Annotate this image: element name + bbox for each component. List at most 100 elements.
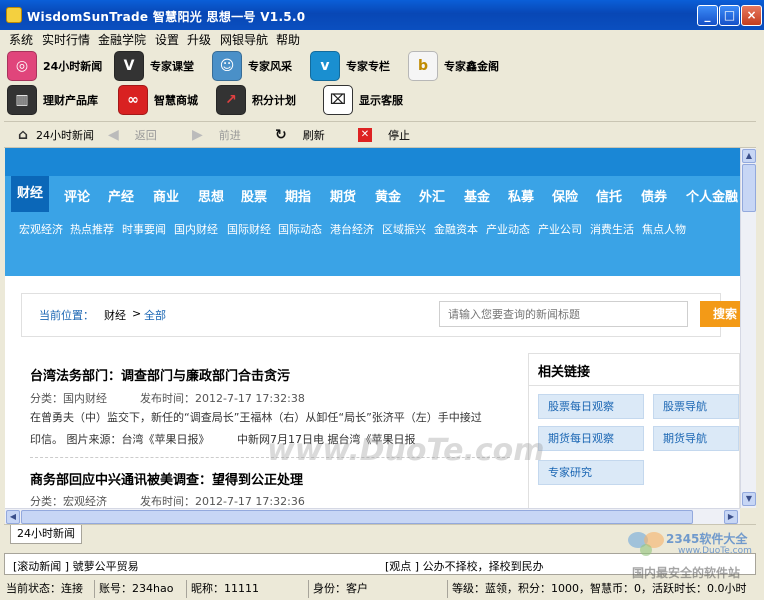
site-logo-watermark: 2345软件大全 www.DuoTe.com 国内最安全的软件站: [626, 526, 761, 582]
tab-24h-news[interactable]: 24小时新闻: [10, 525, 82, 544]
toolbar-label: 专家鑫金阁: [444, 60, 499, 73]
ticker-rolling-news[interactable]: [滚动新闻 ] 號萝公平贸易: [13, 558, 139, 574]
news-title[interactable]: 商务部回应中兴通讯被美调查：望得到公正处理: [30, 469, 303, 488]
forward-arrow-icon: ▶: [192, 127, 203, 143]
category-gold[interactable]: 黄金: [375, 186, 401, 205]
back-label: 返回: [134, 129, 157, 142]
search-button[interactable]: 搜索: [700, 301, 740, 327]
home-label: 24小时新闻: [36, 129, 95, 142]
category-trust[interactable]: 信托: [596, 186, 622, 205]
related-link[interactable]: 期货导航: [653, 426, 739, 451]
subcategory-link[interactable]: 宏观经济: [19, 221, 63, 237]
toolbar-label: 积分计划: [252, 94, 296, 107]
people-icon: ☺: [212, 51, 242, 81]
subcategory-link[interactable]: 焦点人物: [642, 221, 686, 237]
category-insurance[interactable]: 保险: [552, 186, 578, 205]
scroll-right-icon[interactable]: ▶: [724, 510, 738, 524]
status-identity: 身份：客户: [308, 580, 368, 598]
scroll-left-icon[interactable]: ◀: [6, 510, 20, 524]
category-commentary[interactable]: 评论: [64, 186, 90, 205]
subcategory-link[interactable]: 港台经济: [330, 221, 374, 237]
toolbar-product-library[interactable]: ▥ 理财产品库: [7, 84, 98, 116]
menu-settings[interactable]: 设置: [155, 31, 179, 48]
menu-realtime-quotes[interactable]: 实时行情: [42, 31, 90, 48]
toolbar-label: 理财产品库: [43, 94, 98, 107]
toolbar-points-plan[interactable]: ↗ 积分计划: [216, 84, 296, 116]
toolbar-expert-showcase[interactable]: ☺ 专家风采: [212, 50, 292, 82]
menu-system[interactable]: 系统: [9, 31, 33, 48]
related-link[interactable]: 股票每日观察: [538, 394, 644, 419]
breadcrumb-section[interactable]: 财经: [104, 307, 126, 323]
status-connection: 当前状态：连接: [6, 582, 83, 595]
breadcrumb-current[interactable]: 全部: [144, 307, 166, 323]
news-meta: 分类：国内财经 发布时间：2012-7-17 17:32:38: [30, 392, 305, 405]
close-button[interactable]: ×: [741, 5, 762, 26]
toolbar-24h-news[interactable]: ◎ 24小时新闻: [7, 50, 102, 82]
category-futures[interactable]: 期货: [330, 186, 356, 205]
category-funds[interactable]: 基金: [464, 186, 490, 205]
subcategory-link[interactable]: 国际财经: [227, 221, 271, 237]
stop-button[interactable]: ✕ 停止: [358, 127, 410, 143]
news-title[interactable]: 台湾法务部门：调查部门与廉政部门合击贪污: [30, 365, 290, 384]
category-nav: 财经 评论 产经 商业 思想 股票 期指 期货 黄金 外汇 基金 私募 保险 信…: [5, 176, 740, 212]
menu-help[interactable]: 帮助: [276, 31, 300, 48]
subcategory-link[interactable]: 国际动态: [278, 221, 322, 237]
horizontal-scroll-thumb[interactable]: [21, 510, 693, 524]
related-link[interactable]: 期货每日观察: [538, 426, 644, 451]
subcategory-link[interactable]: 金融资本: [434, 221, 478, 237]
news-search-input[interactable]: [439, 301, 688, 327]
category-thought[interactable]: 思想: [198, 186, 224, 205]
subcategory-link[interactable]: 区域振兴: [382, 221, 426, 237]
category-personal-finance[interactable]: 个人金融: [686, 186, 738, 205]
minimize-button[interactable]: _: [697, 5, 718, 26]
window-cursor-icon: ⌧: [323, 85, 353, 115]
menu-bank-nav[interactable]: 网银导航: [220, 31, 268, 48]
site-top-strip: [5, 148, 740, 176]
subcategory-link[interactable]: 产业公司: [538, 221, 582, 237]
category-index-futures[interactable]: 期指: [285, 186, 311, 205]
scroll-up-icon[interactable]: ▲: [742, 149, 756, 163]
subcategory-link[interactable]: 时事要闻: [122, 221, 166, 237]
category-finance[interactable]: 财经: [11, 176, 50, 212]
back-button[interactable]: ◀ 返回: [108, 127, 157, 143]
related-link[interactable]: 专家研究: [538, 460, 644, 485]
subcategory-link[interactable]: 国内财经: [174, 221, 218, 237]
refresh-button[interactable]: ↻ 刷新: [275, 127, 325, 143]
category-private-equity[interactable]: 私募: [508, 186, 534, 205]
toolbar-expert-class[interactable]: V 专家课堂: [114, 50, 194, 82]
scroll-down-icon[interactable]: ▼: [742, 492, 756, 506]
refresh-icon: ↻: [275, 127, 287, 143]
breadcrumb-separator: >: [132, 307, 142, 320]
ticker-opinion[interactable]: [观点 ] 公办不择校，择校到民办: [385, 558, 544, 574]
toolbar-smart-mall[interactable]: ∞ 智慧商城: [118, 84, 198, 116]
menu-finance-academy[interactable]: 金融学院: [98, 31, 146, 48]
category-stocks[interactable]: 股票: [241, 186, 267, 205]
category-business[interactable]: 商业: [153, 186, 179, 205]
subcategory-link[interactable]: 消费生活: [590, 221, 634, 237]
dribbble-icon: ◎: [7, 51, 37, 81]
home-button[interactable]: ⌂ 24小时新闻: [18, 127, 94, 143]
status-level: 等级：蓝领，积分：1000，智慧币：0，活跃时长：0.0小时: [447, 580, 747, 598]
horizontal-scrollbar[interactable]: ◀ ▶: [5, 508, 740, 524]
vertical-scroll-thumb[interactable]: [742, 164, 756, 212]
menu-upgrade[interactable]: 升级: [187, 31, 211, 48]
window-title: WisdomSunTrade 智慧阳光 思想一号 V1.5.0: [27, 10, 306, 24]
related-link[interactable]: 股票导航: [653, 394, 739, 419]
toolbar-expert-column[interactable]: v 专家专栏: [310, 50, 390, 82]
toolbar-label: 智慧商城: [154, 94, 198, 107]
subcategory-link[interactable]: 产业动态: [486, 221, 530, 237]
news-meta: 分类：宏观经济 发布时间：2012-7-17 17:32:36: [30, 495, 305, 508]
category-bonds[interactable]: 债券: [641, 186, 667, 205]
maximize-button[interactable]: □: [719, 5, 740, 26]
vertical-scrollbar[interactable]: ▲ ▼: [740, 148, 756, 508]
toolbar-expert-gold[interactable]: b 专家鑫金阁: [408, 50, 499, 82]
category-industry[interactable]: 产经: [108, 186, 134, 205]
category-forex[interactable]: 外汇: [419, 186, 445, 205]
subcategory-link[interactable]: 热点推荐: [70, 221, 114, 237]
trend-icon: ↗: [216, 85, 246, 115]
forward-button[interactable]: ▶ 前进: [192, 127, 241, 143]
toolbar-label: 专家课堂: [150, 60, 194, 73]
logo-url: www.DuoTe.com: [678, 546, 752, 556]
toolbar-show-support[interactable]: ⌧ 显示客服: [323, 84, 403, 116]
menu-bar: 系统 实时行情 金融学院 设置 升级 网银导航 帮助: [0, 30, 764, 48]
